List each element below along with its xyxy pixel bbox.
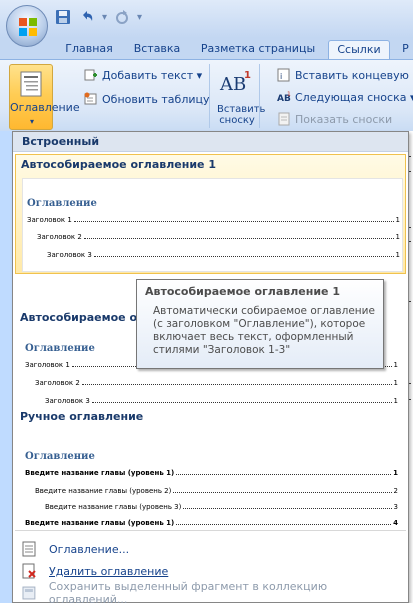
tab-home[interactable]: Главная: [60, 40, 118, 59]
gallery-section-header: Встроенный: [13, 132, 408, 152]
quick-access-toolbar: ▾ ▾: [54, 6, 142, 28]
update-table-label: Обновить таблицу: [102, 92, 210, 106]
ribbon-body: Оглавление ▾ Добавить текст ▾ Обновить т…: [0, 59, 413, 131]
menu-item-label: Сохранить выделенный фрагмент в коллекци…: [48, 580, 328, 603]
menu-item-label: Удалить оглавление: [49, 564, 169, 578]
chevron-down-icon: ▾: [29, 117, 34, 126]
add-text-icon: [84, 69, 97, 81]
toc-item-title: Автособираемое огл: [20, 311, 151, 324]
preview-line: Заголовок 21: [35, 379, 398, 387]
redo-icon[interactable]: [113, 8, 131, 26]
update-table-icon: [84, 92, 97, 105]
next-footnote-label: Следующая сноска ▾: [295, 90, 413, 104]
preview-line: Заголовок 31: [45, 397, 398, 405]
delete-toc-icon: [22, 563, 36, 579]
preview-heading: Оглавление: [25, 451, 95, 462]
menu-divider: [15, 530, 406, 531]
title-bar: ▾ ▾: [0, 0, 413, 38]
customize-qat-icon[interactable]: ▾: [137, 12, 142, 23]
tooltip: Автособираемое оглавление 1 Автоматическ…: [136, 279, 384, 369]
toc-button-label: Оглавление: [10, 101, 80, 114]
preview-line: Введите название главы (уровень 1) 1: [25, 469, 398, 477]
next-footnote-icon: AB1: [277, 91, 291, 104]
footnote-superscript: 1: [244, 70, 251, 81]
insert-footnote-label: Вставить сноску: [217, 104, 266, 126]
preview-line: Введите название главы (уровень 1) 4: [25, 519, 398, 527]
undo-icon[interactable]: [78, 8, 96, 26]
update-table-button[interactable]: Обновить таблицу: [84, 90, 210, 108]
tooltip-title: Автособираемое оглавление 1: [145, 285, 340, 298]
svg-text:i: i: [280, 72, 282, 81]
ribbon-separator: [209, 64, 210, 128]
preview-line: Заголовок 21: [37, 233, 400, 241]
insert-endnote-icon: i: [277, 68, 290, 82]
toc-gallery-item-auto-1[interactable]: Автособираемое оглавление 1 Оглавление З…: [15, 154, 406, 274]
menu-item-save-selection[interactable]: Сохранить выделенный фрагмент в коллекци…: [15, 580, 406, 603]
svg-text:1: 1: [287, 91, 291, 98]
menu-item-label: Оглавление...: [49, 542, 130, 556]
add-text-button[interactable]: Добавить текст ▾: [84, 66, 202, 84]
menu-item-remove-toc[interactable]: Удалить оглавление: [15, 560, 406, 582]
toc-button[interactable]: Оглавление ▾: [9, 64, 80, 130]
menu-item-toc-dialog[interactable]: Оглавление...: [15, 538, 406, 560]
save-icon[interactable]: [54, 8, 72, 26]
ribbon-separator: [259, 64, 260, 128]
tab-mailings[interactable]: Р: [398, 40, 413, 59]
show-notes-icon: [278, 112, 290, 126]
next-footnote-button[interactable]: AB 1 Следующая сноска ▾: [277, 88, 413, 106]
toc-item-title: Автособираемое оглавление 1: [21, 158, 216, 171]
toc-item-title: Ручное оглавление: [20, 410, 144, 423]
show-notes-button[interactable]: Показать сноски: [277, 110, 392, 128]
preview-line: Заголовок 31: [47, 251, 400, 259]
insert-endnote-label: Вставить концевую сн: [295, 68, 413, 82]
preview-heading: Оглавление: [25, 343, 95, 354]
ribbon-tabs: Главная Вставка Разметка страницы Ссылки…: [0, 38, 413, 59]
office-logo-icon: [19, 18, 37, 36]
toc-preview: Оглавление Заголовок 11 Заголовок 21 Заг…: [22, 178, 403, 272]
insert-endnote-button[interactable]: i Вставить концевую сн: [277, 66, 413, 84]
preview-line: Введите название главы (уровень 3) 3: [45, 503, 398, 511]
footnote-ab-icon: AB: [220, 74, 247, 95]
preview-line: Введите название главы (уровень 2) 2: [35, 487, 398, 495]
toc-preview: Оглавление Введите название главы (урове…: [21, 429, 402, 527]
tab-references[interactable]: Ссылки: [328, 40, 390, 59]
tooltip-body: Автоматически собираемое оглавление (с з…: [153, 305, 375, 356]
preview-line: Заголовок 11: [27, 216, 400, 224]
preview-heading: Оглавление: [27, 198, 97, 209]
tab-page-layout[interactable]: Разметка страницы: [198, 40, 318, 59]
insert-footnote-button[interactable]: AB 1 Вставить сноску: [217, 66, 266, 126]
toc-gallery-item-manual[interactable]: Ручное оглавление Оглавление Введите наз…: [15, 407, 406, 527]
office-button[interactable]: [6, 5, 48, 47]
save-to-gallery-icon: [22, 586, 36, 600]
tab-insert[interactable]: Вставка: [128, 40, 186, 59]
document-toc-icon: [22, 541, 36, 557]
show-notes-label: Показать сноски: [295, 112, 393, 126]
table-of-contents-icon: [20, 71, 42, 97]
add-text-label: Добавить текст ▾: [102, 68, 203, 82]
undo-dropdown-icon[interactable]: ▾: [102, 12, 107, 23]
